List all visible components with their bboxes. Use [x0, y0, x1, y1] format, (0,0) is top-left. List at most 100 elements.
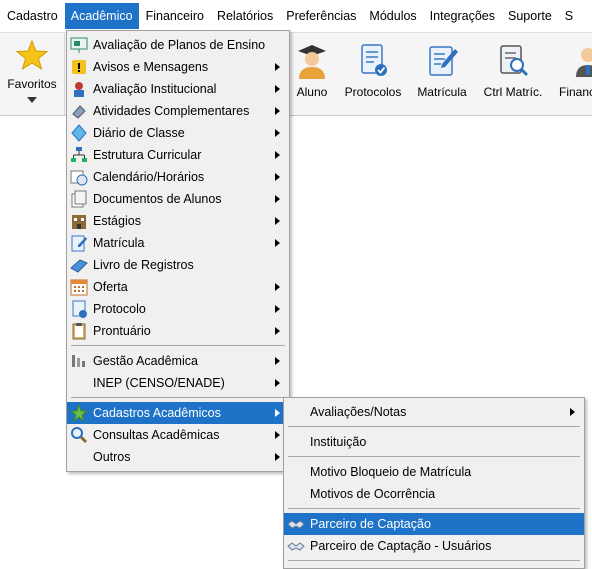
menu-item-label: Avaliação Institucional — [93, 82, 217, 96]
menu-item-instituicao[interactable]: Instituição — [284, 431, 584, 453]
menu-item-calendario-horarios[interactable]: Calendário/Horários — [67, 166, 289, 188]
submenu-arrow-icon — [275, 453, 280, 461]
menu-overflow[interactable]: S — [559, 3, 579, 29]
submenu-arrow-icon — [275, 239, 280, 247]
menu-item-consultas-academicas[interactable]: Consultas Acadêmicas — [67, 424, 289, 446]
menu-item-label: Prontuário — [93, 324, 151, 338]
menu-item-label: Estágios — [93, 214, 141, 228]
finance-user-icon — [576, 48, 592, 77]
menu-preferencias[interactable]: Preferências — [280, 3, 362, 29]
menu-item-prontuario[interactable]: Prontuário — [67, 320, 289, 342]
student-button[interactable]: Aluno — [286, 33, 338, 115]
menu-item-avisos[interactable]: Avisos e Mensagens — [67, 56, 289, 78]
menu-item-estagios[interactable]: Estágios — [67, 210, 289, 232]
menu-item-label: Avaliações/Notas — [310, 405, 407, 419]
submenu-arrow-icon — [275, 283, 280, 291]
enrollment-button[interactable]: Matrícula — [412, 33, 472, 115]
book-icon — [70, 259, 88, 273]
menu-suporte[interactable]: Suporte — [502, 3, 558, 29]
crystal-icon — [71, 124, 87, 142]
submenu-arrow-icon — [275, 305, 280, 313]
protocols-button[interactable]: Protocolos — [340, 33, 406, 115]
menu-item-inep[interactable]: INEP (CENSO/ENADE) — [67, 372, 289, 394]
enrollment-search-icon — [500, 45, 529, 77]
finance-button[interactable]: Financeiro — [556, 33, 592, 115]
person-award-icon — [74, 82, 84, 97]
menu-item-label: Estrutura Curricular — [93, 148, 202, 162]
menu-cadastro[interactable]: Cadastro — [1, 3, 64, 29]
menu-item-diario-classe[interactable]: Diário de Classe — [67, 122, 289, 144]
submenu-arrow-icon — [275, 151, 280, 159]
menu-item-label: Documentos de Alunos — [93, 192, 222, 206]
submenu-arrow-icon — [275, 217, 280, 225]
magnifier-icon — [71, 427, 88, 444]
menu-item-label: Diário de Classe — [93, 126, 185, 140]
menu-financeiro[interactable]: Financeiro — [140, 3, 210, 29]
submenu-arrow-icon — [275, 129, 280, 137]
warning-icon — [72, 60, 86, 74]
menu-item-documentos-alunos[interactable]: Documentos de Alunos — [67, 188, 289, 210]
menu-separator — [284, 505, 584, 513]
menu-item-label: Livro de Registros — [93, 258, 194, 272]
enrollment-control-button[interactable]: Ctrl Matríc. — [478, 33, 548, 115]
menu-item-atividades-complementares[interactable]: Atividades Complementares — [67, 100, 289, 122]
menu-item-label: Parceiro de Captação - Usuários — [310, 539, 492, 553]
submenu-arrow-icon — [275, 63, 280, 71]
enrollment-icon — [71, 235, 87, 252]
menu-item-avaliacao-planos[interactable]: Avaliação de Planos de Ensino — [67, 34, 289, 56]
menu-item-parceiro-captacao-usuarios[interactable]: Parceiro de Captação - Usuários — [284, 535, 584, 557]
menu-item-label: Instituição — [310, 435, 367, 449]
favorites-label: Favoritos — [7, 77, 57, 91]
menu-modulos[interactable]: Módulos — [363, 3, 422, 29]
menu-item-label: Protocolo — [93, 302, 146, 316]
cadastros-academicos-submenu: Avaliações/Notas Instituição Motivo Bloq… — [283, 397, 585, 569]
submenu-arrow-icon — [275, 357, 280, 365]
menu-item-avaliacoes-notas[interactable]: Avaliações/Notas — [284, 401, 584, 423]
menu-item-label: Motivos de Ocorrência — [310, 487, 436, 501]
eraser-icon — [72, 105, 86, 119]
submenu-arrow-icon — [275, 195, 280, 203]
menu-relatorios[interactable]: Relatórios — [211, 3, 279, 29]
menu-item-avaliacao-institucional[interactable]: Avaliação Institucional — [67, 78, 289, 100]
menu-item-cadastros-academicos[interactable]: Cadastros Acadêmicos — [67, 402, 289, 424]
submenu-arrow-icon — [275, 173, 280, 181]
favorites-button[interactable]: Favoritos — [0, 33, 65, 115]
student-icon — [298, 45, 326, 79]
submenu-arrow-icon — [275, 85, 280, 93]
chevron-down-icon — [27, 97, 37, 103]
protocol-icon — [72, 300, 87, 318]
menu-item-gestao-academica[interactable]: Gestão Acadêmica — [67, 350, 289, 372]
menu-item-parceiro-captacao[interactable]: Parceiro de Captação — [284, 513, 584, 535]
clipboard-icon — [72, 323, 86, 340]
menu-item-label: Parceiro de Captação — [310, 517, 431, 531]
academic-menu: Avaliação de Planos de Ensino Avisos e M… — [66, 30, 290, 472]
menu-item-label: Consultas Acadêmicas — [93, 428, 220, 442]
menu-item-matricula[interactable]: Matrícula — [67, 232, 289, 254]
protocol-document-icon — [361, 44, 387, 76]
menu-item-livro-registros[interactable]: Livro de Registros — [67, 254, 289, 276]
submenu-arrow-icon — [570, 408, 575, 416]
menu-integracoes[interactable]: Integrações — [424, 3, 501, 29]
menu-academico[interactable]: Acadêmico — [64, 3, 139, 29]
enrollment-control-label: Ctrl Matríc. — [483, 85, 543, 99]
org-chart-icon — [71, 147, 87, 162]
student-label: Aluno — [296, 85, 328, 99]
menu-item-motivos-ocorrencia[interactable]: Motivos de Ocorrência — [284, 483, 584, 505]
menu-item-protocolo[interactable]: Protocolo — [67, 298, 289, 320]
menu-item-motivo-bloqueio[interactable]: Motivo Bloqueio de Matrícula — [284, 461, 584, 483]
menu-item-outros[interactable]: Outros — [67, 446, 289, 468]
finance-label: Financeiro — [559, 85, 592, 99]
star-icon — [16, 39, 48, 71]
menu-item-oferta[interactable]: Oferta — [67, 276, 289, 298]
green-star-icon — [70, 404, 88, 422]
management-icon — [72, 355, 85, 367]
menu-item-label: Atividades Complementares — [93, 104, 250, 118]
menu-item-label: Calendário/Horários — [93, 170, 205, 184]
menu-item-label: INEP (CENSO/ENADE) — [93, 376, 225, 390]
menu-item-label: Avisos e Mensagens — [93, 60, 209, 74]
handshake-icon — [287, 520, 305, 529]
presentation-board-icon — [70, 37, 88, 53]
menu-item-estrutura-curricular[interactable]: Estrutura Curricular — [67, 144, 289, 166]
menu-item-label: Motivo Bloqueio de Matrícula — [310, 465, 472, 479]
menu-item-label: Oferta — [93, 280, 128, 294]
